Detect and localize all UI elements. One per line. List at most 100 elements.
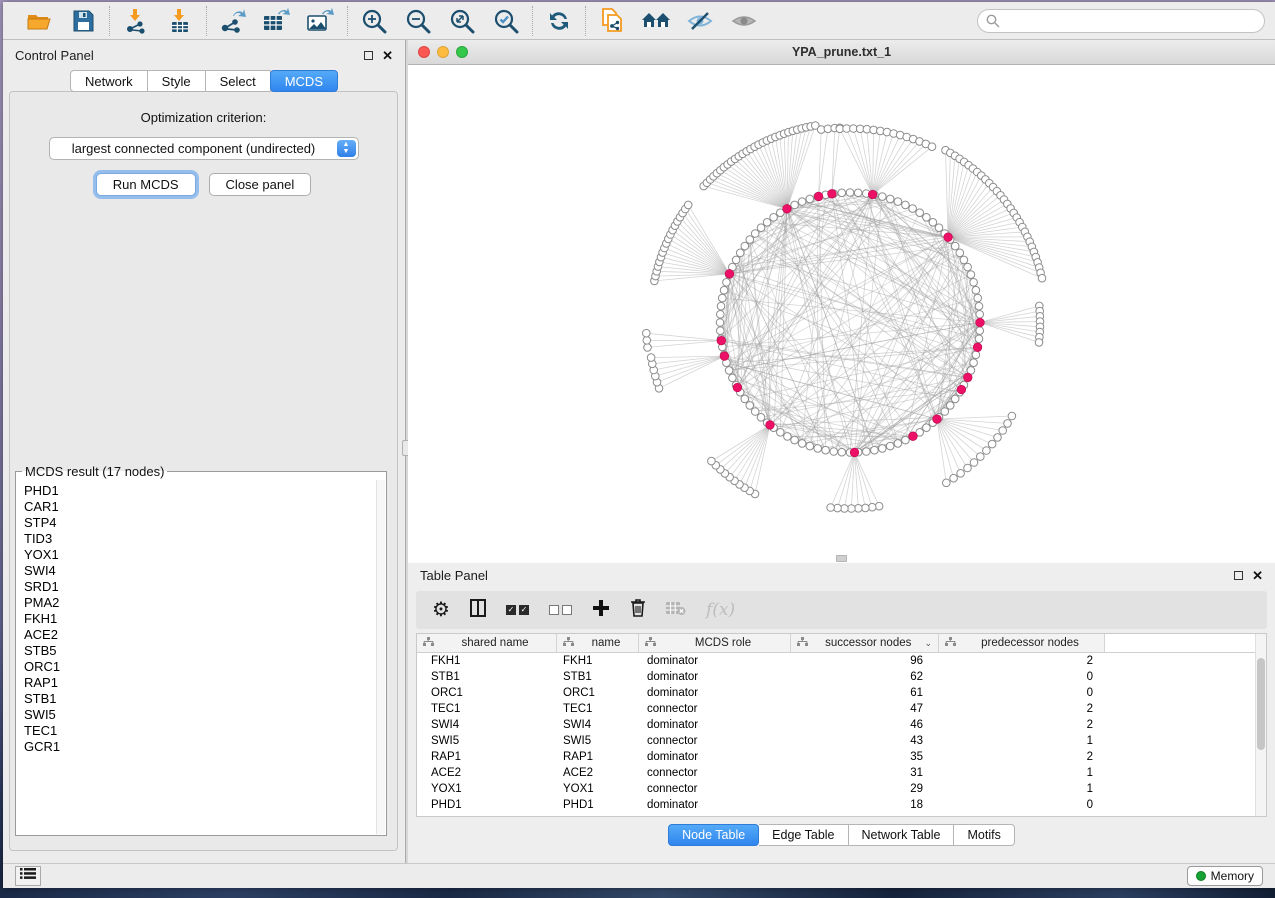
network-node[interactable] <box>741 242 749 250</box>
run-mcds-button[interactable]: Run MCDS <box>96 173 196 196</box>
network-canvas[interactable] <box>408 65 1275 563</box>
mcds-hub-node[interactable] <box>783 205 792 214</box>
network-node[interactable] <box>838 189 846 197</box>
table-row[interactable]: STB1STB1dominator620 <box>417 669 1266 685</box>
network-node[interactable] <box>798 440 806 448</box>
mcds-hub-node[interactable] <box>957 385 966 394</box>
tab-network[interactable]: Network <box>70 70 148 92</box>
mcds-hub-node[interactable] <box>828 190 837 199</box>
mcds-hub-node[interactable] <box>717 336 726 345</box>
column-header-predecessor-nodes[interactable]: predecessor nodes <box>939 634 1105 652</box>
table-row[interactable]: PHD1PHD1dominator180 <box>417 797 1266 813</box>
tab-style[interactable]: Style <box>148 70 206 92</box>
mcds-hub-node[interactable] <box>933 415 942 424</box>
network-node[interactable] <box>720 286 728 294</box>
column-header-successor-nodes[interactable]: successor nodes⌄ <box>791 634 939 652</box>
table-row[interactable]: ACE2ACE2connector311 <box>417 765 1266 781</box>
network-node[interactable] <box>988 440 996 448</box>
save-session-button[interactable] <box>68 6 98 36</box>
network-node[interactable] <box>863 448 871 456</box>
network-node[interactable] <box>957 470 965 478</box>
table-row[interactable]: YOX1YOX1connector291 <box>417 781 1266 797</box>
network-node[interactable] <box>902 436 910 444</box>
result-node[interactable]: SWI4 <box>24 563 376 579</box>
network-node[interactable] <box>806 442 814 450</box>
network-node[interactable] <box>757 414 765 422</box>
result-node[interactable]: FKH1 <box>24 611 376 627</box>
network-node[interactable] <box>871 446 879 454</box>
network-node[interactable] <box>838 448 846 456</box>
network-node[interactable] <box>879 445 887 453</box>
first-neighbors-button[interactable] <box>641 6 671 36</box>
delete-column-button[interactable] <box>630 597 646 623</box>
network-node[interactable] <box>822 446 830 454</box>
network-node[interactable] <box>814 445 822 453</box>
network-node[interactable] <box>951 395 959 403</box>
table-row[interactable]: ORC1ORC1dominator610 <box>417 685 1266 701</box>
memory-button[interactable]: Memory <box>1187 866 1263 886</box>
network-node[interactable] <box>909 205 917 213</box>
horizontal-splitter-grip[interactable] <box>836 555 847 562</box>
network-node[interactable] <box>644 344 652 352</box>
network-node[interactable] <box>943 479 951 487</box>
network-node[interactable] <box>784 433 792 441</box>
network-node[interactable] <box>916 209 924 217</box>
network-node[interactable] <box>757 224 765 232</box>
network-node[interactable] <box>862 504 870 512</box>
network-node[interactable] <box>643 329 651 337</box>
export-image-button[interactable] <box>306 6 336 36</box>
network-node[interactable] <box>960 256 968 264</box>
float-panel-icon[interactable] <box>1234 571 1243 580</box>
network-node[interactable] <box>972 286 980 294</box>
network-node[interactable] <box>732 256 740 264</box>
mcds-hub-node[interactable] <box>850 448 859 457</box>
toggle-panel-button[interactable] <box>470 597 486 623</box>
result-node[interactable]: ORC1 <box>24 659 376 675</box>
network-node[interactable] <box>970 359 978 367</box>
network-node[interactable] <box>935 224 943 232</box>
result-scrollbar[interactable] <box>376 480 385 834</box>
network-node[interactable] <box>736 249 744 257</box>
result-node[interactable]: RAP1 <box>24 675 376 691</box>
network-node[interactable] <box>741 395 749 403</box>
network-node[interactable] <box>1035 339 1043 347</box>
network-node[interactable] <box>983 447 991 455</box>
network-node[interactable] <box>886 442 894 450</box>
table-scrollbar[interactable] <box>1255 634 1266 816</box>
network-node[interactable] <box>763 219 771 227</box>
network-node[interactable] <box>716 319 724 327</box>
network-node[interactable] <box>647 354 655 362</box>
scrollbar-thumb[interactable] <box>1257 658 1265 750</box>
network-node[interactable] <box>717 302 725 310</box>
network-node[interactable] <box>729 374 737 382</box>
result-node[interactable]: SWI5 <box>24 707 376 723</box>
zoom-out-button[interactable] <box>403 6 433 36</box>
delete-table-button[interactable] <box>666 597 686 623</box>
table-row[interactable]: FKH1FKH1dominator962 <box>417 653 1266 669</box>
network-node[interactable] <box>977 453 985 461</box>
result-node[interactable]: CAR1 <box>24 499 376 515</box>
mcds-hub-node[interactable] <box>944 233 953 242</box>
network-node[interactable] <box>967 271 975 279</box>
float-panel-icon[interactable] <box>364 51 373 60</box>
mcds-hub-node[interactable] <box>868 190 877 199</box>
network-node[interactable] <box>964 464 972 472</box>
close-panel-icon[interactable]: ✕ <box>1252 569 1263 582</box>
network-from-selection-button[interactable] <box>597 6 627 36</box>
tab-network-table[interactable]: Network Table <box>849 824 955 846</box>
tab-motifs[interactable]: Motifs <box>954 824 1014 846</box>
create-column-button[interactable] <box>592 597 610 623</box>
network-node[interactable] <box>643 337 651 345</box>
result-node[interactable]: PMA2 <box>24 595 376 611</box>
result-node[interactable]: TID3 <box>24 531 376 547</box>
network-node[interactable] <box>972 351 980 359</box>
network-node[interactable] <box>894 440 902 448</box>
network-node[interactable] <box>725 367 733 375</box>
network-node[interactable] <box>946 402 954 410</box>
network-node[interactable] <box>964 263 972 271</box>
tab-mcds[interactable]: MCDS <box>270 70 338 92</box>
network-node[interactable] <box>848 505 856 513</box>
network-node[interactable] <box>999 427 1007 435</box>
network-node[interactable] <box>723 279 731 287</box>
result-node[interactable]: SRD1 <box>24 579 376 595</box>
